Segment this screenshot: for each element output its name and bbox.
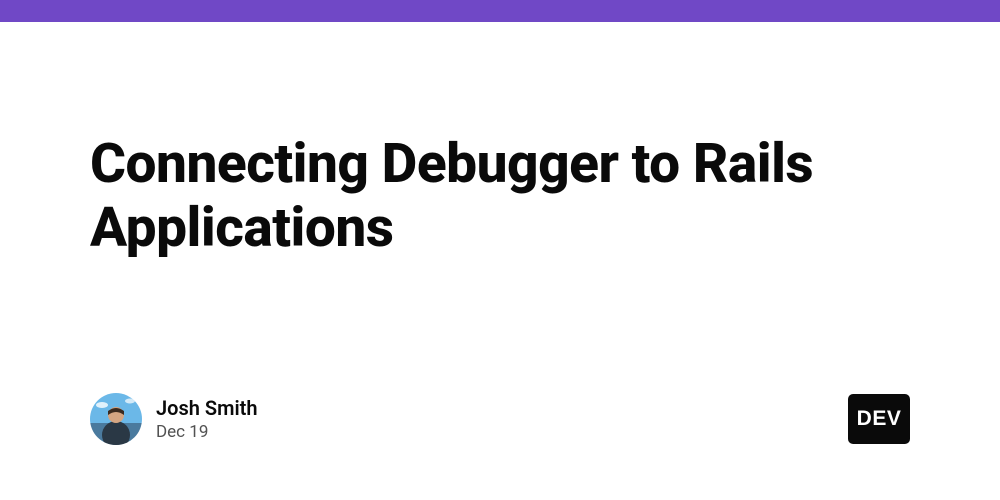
dev-logo: DEV (848, 394, 910, 444)
post-title: Connecting Debugger to Rails Application… (90, 132, 910, 261)
footer: Josh Smith Dec 19 DEV (90, 393, 910, 445)
dev-logo-text: DEV (857, 407, 902, 431)
author-name: Josh Smith (156, 396, 258, 420)
accent-bar (0, 0, 1000, 22)
author-block: Josh Smith Dec 19 (90, 393, 258, 445)
avatar-image (90, 393, 142, 445)
author-meta: Josh Smith Dec 19 (156, 396, 258, 442)
post-date: Dec 19 (156, 422, 258, 442)
avatar (90, 393, 142, 445)
main-content: Connecting Debugger to Rails Application… (0, 22, 1000, 261)
